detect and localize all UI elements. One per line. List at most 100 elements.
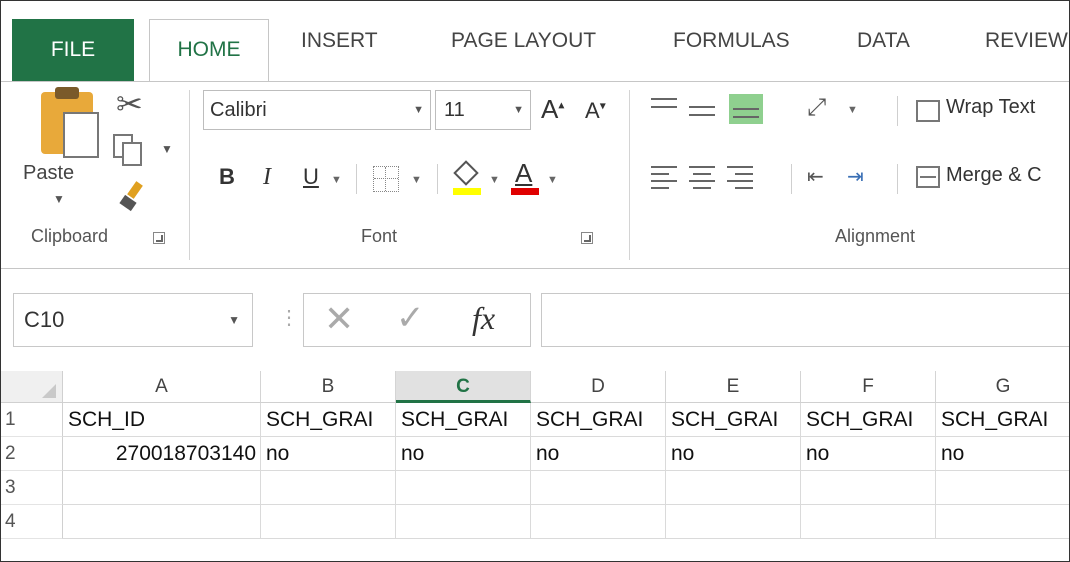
fill-color-dropdown-icon[interactable]: ▼ [489,174,500,186]
cell-c4[interactable] [396,505,531,539]
merge-center-button[interactable]: Merge & C [946,164,1042,187]
cell-f3[interactable] [801,471,936,505]
column-header-g[interactable]: G [936,371,1069,403]
paste-button[interactable]: Paste [23,162,74,185]
worksheet-grid: A B C D E F G 1 SCH_ID SCH_GRAI SCH_GRAI… [1,371,1069,561]
merge-center-icon[interactable] [916,166,940,188]
cell-e1[interactable]: SCH_GRAI [666,403,801,437]
borders-icon[interactable] [373,166,399,192]
align-left-icon[interactable] [651,166,677,189]
formula-buttons: ✕ ✓ fx [303,293,531,347]
orientation-icon[interactable]: ⤢ [807,94,826,122]
italic-button[interactable]: I [263,164,271,191]
wrap-text-icon[interactable] [916,100,940,122]
cell-d3[interactable] [531,471,666,505]
font-color-dropdown-icon[interactable]: ▼ [547,174,558,186]
copy-icon[interactable] [113,134,149,168]
bold-button[interactable]: B [219,164,235,190]
underline-dropdown-icon[interactable]: ▼ [331,174,342,186]
paste-document-icon[interactable] [63,112,99,158]
cell-d2[interactable]: no [531,437,666,471]
middle-align-icon[interactable] [689,100,715,122]
cell-d4[interactable] [531,505,666,539]
formula-bar-grip-icon[interactable]: ⋮ [279,305,299,330]
row-header-4[interactable]: 4 [1,505,63,539]
cell-g3[interactable] [936,471,1069,505]
cell-f2[interactable]: no [801,437,936,471]
column-header-b[interactable]: B [261,371,396,403]
column-header-d[interactable]: D [531,371,666,403]
insert-function-icon[interactable]: fx [472,300,495,337]
tab-review[interactable]: REVIEW [985,1,1068,81]
divider [791,164,792,194]
tab-data[interactable]: DATA [857,1,910,81]
chevron-down-icon: ▼ [413,104,424,116]
bottom-align-icon[interactable] [729,94,763,124]
cell-b3[interactable] [261,471,396,505]
cell-c1[interactable]: SCH_GRAI [396,403,531,437]
cell-e3[interactable] [666,471,801,505]
cell-g2[interactable]: no [936,437,1069,471]
formula-input[interactable] [541,293,1069,347]
cell-g4[interactable] [936,505,1069,539]
font-launcher-icon[interactable] [581,232,593,244]
column-header-f[interactable]: F [801,371,936,403]
name-box-value: C10 [24,307,65,332]
grow-font-label: A [541,94,559,124]
cancel-icon[interactable]: ✕ [324,298,354,340]
cell-a4[interactable] [63,505,261,539]
cut-icon[interactable]: ✂ [116,88,143,120]
font-name-select[interactable]: Calibri ▼ [203,90,431,130]
top-align-icon[interactable] [651,96,677,118]
shrink-font-button[interactable]: A▾ [585,98,606,124]
cell-c2[interactable]: no [396,437,531,471]
paste-dropdown-icon[interactable]: ▼ [53,192,65,206]
column-header-a[interactable]: A [63,371,261,403]
cell-f1[interactable]: SCH_GRAI [801,403,936,437]
format-painter-icon[interactable] [119,182,147,212]
column-header-c[interactable]: C [396,371,531,403]
divider [897,164,898,194]
align-right-icon[interactable] [727,166,753,189]
wrap-text-button[interactable]: Wrap Text [946,96,1035,119]
cell-c3[interactable] [396,471,531,505]
font-color-icon[interactable]: A [511,158,539,196]
tab-formulas[interactable]: FORMULAS [673,1,790,81]
row-header-1[interactable]: 1 [1,403,63,437]
cell-e4[interactable] [666,505,801,539]
row-header-2[interactable]: 2 [1,437,63,471]
tab-file[interactable]: FILE [12,19,134,81]
grow-font-button[interactable]: A▴ [541,94,564,125]
underline-button[interactable]: U [303,164,319,190]
tab-page-layout[interactable]: PAGE LAYOUT [451,1,596,81]
cell-g1[interactable]: SCH_GRAI [936,403,1069,437]
orientation-dropdown-icon[interactable]: ▼ [847,104,858,116]
select-all-button[interactable] [1,371,63,403]
cell-a1[interactable]: SCH_ID [63,403,261,437]
font-size-select[interactable]: 11 ▼ [435,90,531,130]
name-box[interactable]: C10 ▼ [13,293,253,347]
fill-color-icon[interactable] [453,160,481,196]
column-header-e[interactable]: E [666,371,801,403]
cell-d1[interactable]: SCH_GRAI [531,403,666,437]
align-center-icon[interactable] [689,166,715,189]
font-color-letter: A [515,158,533,188]
borders-dropdown-icon[interactable]: ▼ [411,174,422,186]
enter-icon[interactable]: ✓ [396,298,425,338]
cell-e2[interactable]: no [666,437,801,471]
cell-b2[interactable]: no [261,437,396,471]
tab-home[interactable]: HOME [149,19,269,82]
copy-dropdown-icon[interactable]: ▼ [161,142,173,156]
cell-a3[interactable] [63,471,261,505]
decrease-indent-icon[interactable]: ⇤ [807,164,824,189]
clipboard-launcher-icon[interactable] [153,232,165,244]
divider [356,164,357,194]
cell-b1[interactable]: SCH_GRAI [261,403,396,437]
increase-indent-icon[interactable]: ⇥ [847,164,864,189]
cell-a2[interactable]: 270018703140 [63,437,261,471]
row-header-3[interactable]: 3 [1,471,63,505]
cell-b4[interactable] [261,505,396,539]
tab-insert[interactable]: INSERT [301,1,378,81]
cell-f4[interactable] [801,505,936,539]
ribbon: Paste ▼ ✂ ▼ Clipboard Calibri ▼ 11 ▼ A▴ … [1,81,1069,269]
